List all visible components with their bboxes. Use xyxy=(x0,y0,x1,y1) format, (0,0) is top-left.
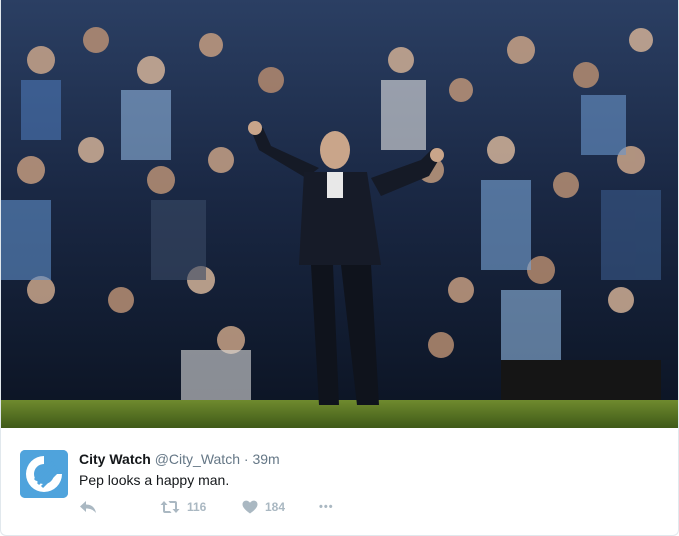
display-name[interactable]: City Watch xyxy=(79,451,151,467)
city-watch-logo-icon xyxy=(20,450,68,498)
tweet-body: City Watch @City_Watch · 39m Pep looks a… xyxy=(1,428,678,535)
more-icon: ••• xyxy=(319,501,334,513)
tweet-text: Pep looks a happy man. xyxy=(79,472,230,488)
reply-button[interactable] xyxy=(79,498,97,516)
like-button[interactable]: 184 xyxy=(242,498,285,516)
tweet-actions: 116 184 ••• xyxy=(79,498,379,516)
reply-icon xyxy=(80,501,96,513)
like-count: 184 xyxy=(265,500,286,514)
user-handle[interactable]: @City_Watch xyxy=(155,451,240,467)
heart-icon xyxy=(242,500,258,514)
retweet-button[interactable]: 116 xyxy=(160,498,206,516)
tweet-header: City Watch @City_Watch · 39m xyxy=(79,450,280,468)
avatar[interactable] xyxy=(20,450,68,498)
retweet-count: 116 xyxy=(187,500,207,514)
tweet-card[interactable]: City Watch @City_Watch · 39m Pep looks a… xyxy=(0,0,679,536)
more-button[interactable]: ••• xyxy=(319,498,334,516)
separator-dot: · xyxy=(243,451,249,467)
retweet-icon xyxy=(160,501,180,513)
tweet-photo[interactable] xyxy=(1,0,678,428)
timestamp[interactable]: 39m xyxy=(252,451,279,467)
photo-image xyxy=(1,0,678,428)
